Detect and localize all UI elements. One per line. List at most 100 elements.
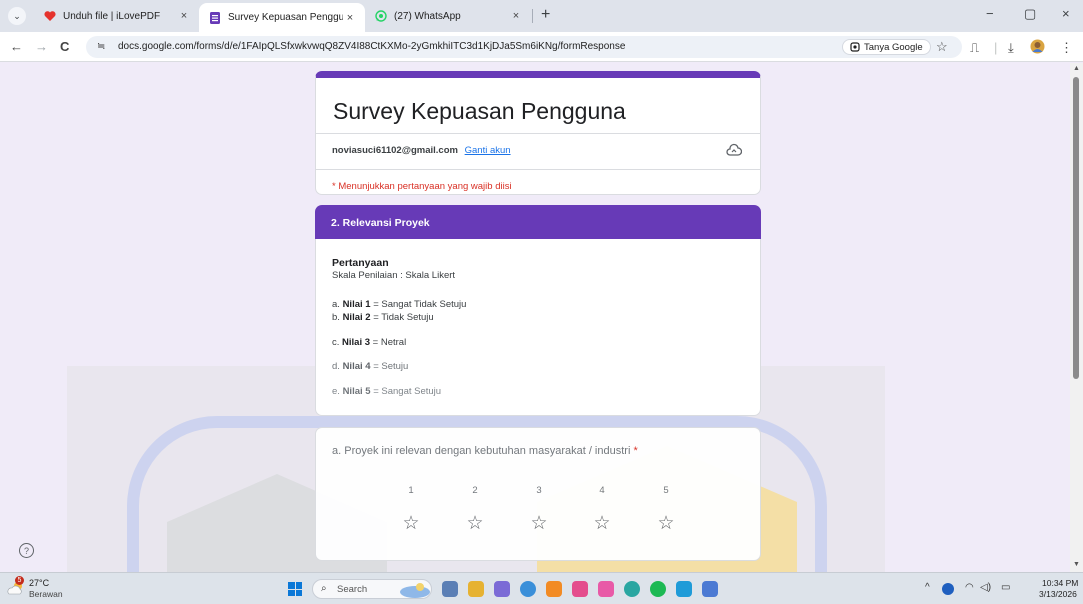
scroll-down-arrow-icon[interactable]: ▼	[1073, 561, 1080, 568]
likert-key: Nilai 2	[342, 312, 371, 323]
search-highlight-icon[interactable]	[398, 578, 432, 600]
likert-text: = Sangat Setuju	[370, 386, 442, 397]
tab-survey[interactable]: Survey Kepuasan Pengguna ×	[199, 3, 365, 32]
tab-separator	[532, 9, 533, 23]
account-email: noviasuci61102@gmail.com Ganti akun	[332, 145, 511, 156]
google-forms-icon	[210, 11, 220, 24]
tab-title: Unduh file | iLovePDF	[63, 10, 161, 22]
likert-prefix: c.	[332, 337, 343, 348]
lens-icon	[850, 42, 860, 52]
weather-badge: 5	[15, 576, 24, 585]
likert-key: Nilai 3	[342, 337, 371, 348]
rating-scale-label: 4	[599, 485, 605, 496]
rating-star-5-icon[interactable]: ☆	[651, 512, 681, 535]
likert-key: Nilai 5	[342, 386, 371, 397]
download-icon[interactable]: ⤓	[1008, 40, 1014, 56]
likert-item: b. Nilai 2 = Tidak Setuju	[332, 312, 434, 323]
tab-whatsapp[interactable]: (27) WhatsApp ×	[365, 4, 531, 28]
likert-item: a. Nilai 1 = Sangat Tidak Setuju	[332, 299, 466, 310]
switch-account-link[interactable]: Ganti akun	[465, 145, 511, 156]
teams-icon[interactable]	[494, 581, 510, 597]
canva-icon[interactable]	[624, 581, 640, 597]
browser-tabstrip: ⌄ Unduh file | iLovePDF × Survey Kepuasa…	[0, 0, 1083, 32]
address-bar[interactable]: ≒ docs.google.com/forms/d/e/1FAIpQLSfxwk…	[86, 36, 962, 58]
tray-app-icon[interactable]	[942, 583, 954, 595]
tab-close-icon[interactable]: ×	[177, 10, 191, 22]
question-card: a. Proyek ini relevan dengan kebutuhan m…	[315, 427, 761, 561]
rating-scale-label: 3	[536, 485, 542, 496]
vpn-app-icon[interactable]	[676, 581, 692, 597]
scroll-up-arrow-icon[interactable]: ▲	[1073, 65, 1080, 72]
cloud-save-icon	[726, 143, 742, 156]
clock-time[interactable]: 10:34 PM	[1042, 578, 1078, 588]
chrome-icon[interactable]	[572, 581, 588, 597]
browser-menu-icon[interactable]: ⋮	[1060, 40, 1073, 56]
rating-scale-label: 1	[408, 485, 414, 496]
wifi-icon[interactable]: ◠	[965, 582, 974, 593]
bookmark-star-icon[interactable]: ☆	[936, 39, 948, 55]
likert-text: = Sangat Tidak Setuju	[370, 299, 467, 310]
extensions-icon[interactable]: ⎍	[970, 40, 979, 56]
tray-chevron-icon[interactable]: ^	[925, 582, 930, 593]
clock-date[interactable]: 3/13/2026	[1039, 589, 1077, 599]
close-window-button[interactable]: ×	[1062, 6, 1070, 21]
likert-prefix: a.	[332, 299, 343, 310]
edge-icon[interactable]	[520, 581, 536, 597]
rating-star-3-icon[interactable]: ☆	[524, 512, 554, 535]
tanya-google-label: Tanya Google	[864, 41, 923, 53]
toolbar-divider: |	[994, 40, 998, 55]
page-scrollbar[interactable]: ▲ ▼	[1070, 63, 1083, 572]
profile-avatar[interactable]	[1030, 39, 1045, 54]
tab-search-icon[interactable]: ⌄	[8, 7, 26, 25]
tab-close-icon[interactable]: ×	[509, 10, 523, 22]
battery-icon[interactable]: ▭	[1001, 582, 1010, 593]
help-icon[interactable]: ?	[19, 543, 34, 558]
store-icon[interactable]	[702, 581, 718, 597]
paint-icon[interactable]	[546, 581, 562, 597]
rating-scale-label: 5	[663, 485, 669, 496]
tab-title: Survey Kepuasan Pengguna	[228, 12, 343, 23]
form-page: Survey Kepuasan Pengguna noviasuci61102@…	[0, 63, 1083, 572]
likert-text: = Netral	[370, 337, 407, 348]
likert-prefix: e.	[332, 386, 343, 397]
description-scale: Skala Penilaian : Skala Likert	[332, 270, 456, 281]
spotify-icon[interactable]	[650, 581, 666, 597]
likert-item: c. Nilai 3 = Netral	[332, 337, 406, 348]
task-view-icon[interactable]	[442, 581, 458, 597]
restore-button[interactable]: ▢	[1024, 6, 1036, 22]
windows-taskbar: 5 27°C Berawan ⌕ Search ^ ◠ ◁) ▭ 10:34 P…	[0, 572, 1083, 604]
question-label: a. Proyek ini relevan dengan kebutuhan m…	[332, 445, 631, 457]
forward-button[interactable]: →	[35, 39, 48, 54]
account-row: noviasuci61102@gmail.com Ganti akun	[316, 133, 760, 170]
site-info-icon[interactable]: ≒	[97, 41, 105, 52]
likert-text: = Setuju	[370, 361, 409, 372]
tab-ilovepdf[interactable]: Unduh file | iLovePDF ×	[34, 4, 199, 28]
url-text[interactable]: docs.google.com/forms/d/e/1FAIpQLSfxwkvw…	[118, 41, 625, 52]
weather-temperature[interactable]: 27°C	[29, 578, 49, 588]
figma-icon[interactable]	[598, 581, 614, 597]
weather-condition[interactable]: Berawan	[29, 589, 63, 599]
tab-close-icon[interactable]: ×	[343, 12, 357, 24]
likert-key: Nilai 1	[342, 299, 371, 310]
new-tab-button[interactable]: +	[541, 7, 550, 23]
required-asterisk: *	[633, 445, 638, 457]
minimize-button[interactable]: −	[986, 6, 994, 21]
ilovepdf-heart-icon	[44, 11, 56, 21]
required-note: * Menunjukkan pertanyaan yang wajib diis…	[332, 181, 512, 192]
scrollbar-thumb[interactable]	[1073, 77, 1079, 379]
volume-icon[interactable]: ◁)	[980, 582, 991, 593]
tanya-google-button[interactable]: Tanya Google	[842, 39, 931, 55]
section-header: 2. Relevansi Proyek	[315, 205, 761, 239]
likert-prefix: b.	[332, 312, 343, 323]
rating-star-2-icon[interactable]: ☆	[460, 512, 490, 535]
rating-star-1-icon[interactable]: ☆	[396, 512, 426, 535]
windows-start-icon[interactable]	[288, 582, 302, 596]
taskbar-search-placeholder: Search	[337, 584, 368, 595]
back-button[interactable]: ←	[10, 39, 23, 54]
reload-button[interactable]: C	[60, 39, 69, 54]
form-header-card: Survey Kepuasan Pengguna noviasuci61102@…	[315, 71, 761, 195]
rating-star-4-icon[interactable]: ☆	[587, 512, 617, 535]
file-explorer-icon[interactable]	[468, 581, 484, 597]
whatsapp-icon	[375, 10, 387, 22]
form-title: Survey Kepuasan Pengguna	[333, 98, 626, 124]
